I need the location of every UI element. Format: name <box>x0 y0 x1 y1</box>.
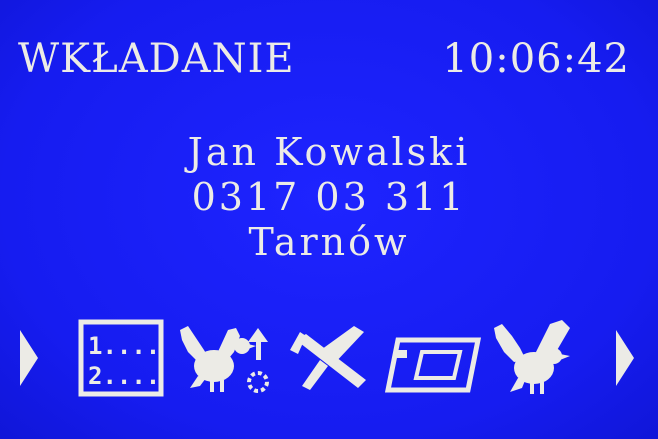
bird-icon[interactable] <box>490 316 578 400</box>
clock: 10:06:42 <box>442 36 630 82</box>
holder-city: Tarnów <box>248 220 410 264</box>
card-number: 0317 03 311 <box>191 175 467 219</box>
card-info: Jan Kowalski 0317 03 311 Tarnów <box>0 130 658 265</box>
arrow-right-icon[interactable] <box>610 316 640 400</box>
card-icon[interactable] <box>384 316 482 400</box>
icon-toolbar: 1.... 2.... <box>0 316 658 400</box>
holder-name: Jan Kowalski <box>187 130 471 174</box>
numbered-list-icon[interactable]: 1.... 2.... <box>78 316 164 400</box>
arrow-left-icon[interactable] <box>14 316 44 400</box>
plane-icon[interactable] <box>288 316 372 400</box>
list-line-1: 1.... <box>88 332 160 360</box>
list-line-2: 2.... <box>88 362 160 390</box>
display-screen: WKŁADANIE 10:06:42 Jan Kowalski 0317 03 … <box>0 0 658 439</box>
mode-title: WKŁADANIE <box>18 36 295 82</box>
bird-send-icon[interactable] <box>176 316 282 400</box>
